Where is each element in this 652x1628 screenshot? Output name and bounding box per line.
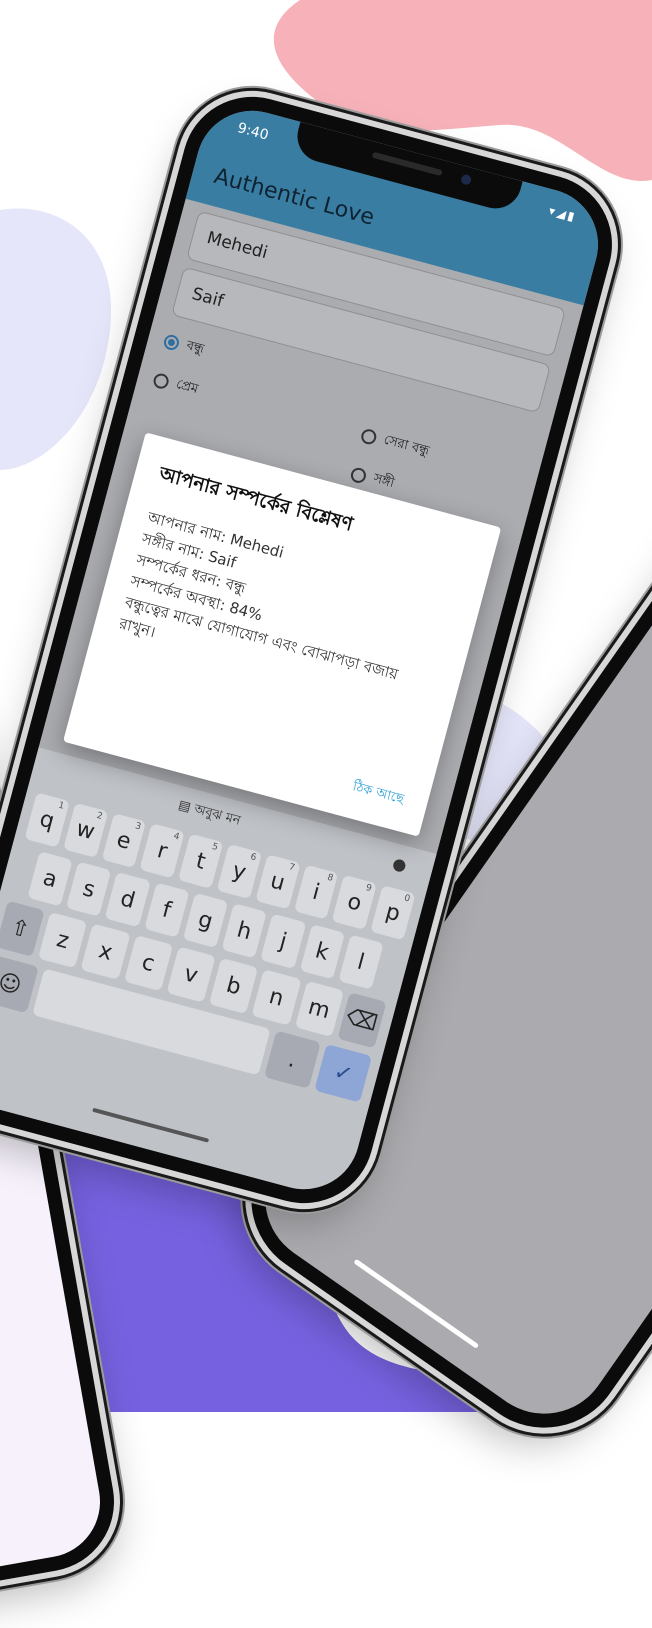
key-h[interactable]: h — [221, 903, 268, 959]
key-label: w — [73, 815, 98, 845]
key-v[interactable]: v — [166, 946, 216, 1003]
key-n[interactable]: n — [251, 969, 302, 1026]
ok-button[interactable]: ঠিক আছে — [350, 777, 406, 811]
key-hint: 2 — [95, 810, 104, 823]
key-b[interactable]: b — [209, 957, 259, 1015]
key-label: r — [154, 837, 170, 865]
key-o[interactable]: o9 — [332, 874, 378, 930]
key-w[interactable]: w2 — [62, 802, 109, 858]
emoji-icon[interactable]: ☺ — [0, 954, 39, 1014]
key-label: o — [344, 888, 365, 917]
key-k[interactable]: k — [299, 924, 345, 980]
key-g[interactable]: g — [182, 892, 229, 949]
check-icon[interactable]: ✓ — [314, 1044, 373, 1103]
key-j[interactable]: j — [260, 913, 306, 969]
camera — [460, 173, 473, 186]
key-label: i — [309, 879, 323, 905]
key-m[interactable]: m — [294, 980, 344, 1038]
key-hint: 8 — [326, 872, 335, 884]
key-i[interactable]: i8 — [293, 864, 339, 920]
shift-icon[interactable]: ⇧ — [0, 900, 45, 957]
period-key[interactable]: . — [263, 1030, 322, 1089]
key-r[interactable]: r4 — [139, 823, 185, 879]
key-hint: 7 — [287, 862, 296, 874]
key-l[interactable]: l — [338, 934, 384, 990]
key-hint: 6 — [249, 852, 258, 864]
key-hint: 9 — [364, 883, 373, 895]
key-hint: 5 — [210, 841, 219, 853]
key-s[interactable]: s — [66, 861, 112, 917]
key-c[interactable]: c — [123, 934, 173, 992]
key-y[interactable]: y6 — [216, 843, 262, 900]
key-hint: 0 — [403, 893, 412, 905]
clipboard-text: অবুঝ মন — [192, 802, 243, 829]
key-label: u — [267, 867, 288, 896]
key-label: t — [193, 848, 209, 875]
key-t[interactable]: t5 — [178, 833, 224, 889]
key-f[interactable]: f — [143, 882, 190, 938]
key-u[interactable]: u7 — [255, 854, 301, 910]
key-label: p — [383, 898, 403, 927]
dialog-body: আপনার নাম: Mehedi সঙ্গীর নাম: Saif সম্পর… — [117, 506, 460, 716]
key-a[interactable]: a — [27, 851, 73, 907]
key-e[interactable]: e3 — [101, 813, 147, 869]
key-hint: 3 — [133, 821, 143, 833]
backspace-icon[interactable]: ⌫ — [337, 992, 387, 1049]
key-label: y — [229, 857, 249, 886]
key-label: q — [37, 806, 57, 834]
key-d[interactable]: d — [105, 872, 151, 928]
lavender-blob-left — [0, 208, 112, 470]
home-indicator — [92, 1107, 210, 1143]
key-p[interactable]: p0 — [370, 885, 416, 941]
key-z[interactable]: z — [38, 912, 88, 969]
mic-icon[interactable]: ● — [390, 853, 408, 875]
key-x[interactable]: x — [80, 923, 131, 980]
key-label: e — [114, 826, 134, 855]
key-hint: 4 — [172, 831, 181, 843]
clipboard-suggestion[interactable]: ▤ অবুঝ মন — [176, 796, 243, 833]
key-hint: 1 — [57, 800, 66, 812]
key-q[interactable]: q1 — [24, 792, 70, 848]
